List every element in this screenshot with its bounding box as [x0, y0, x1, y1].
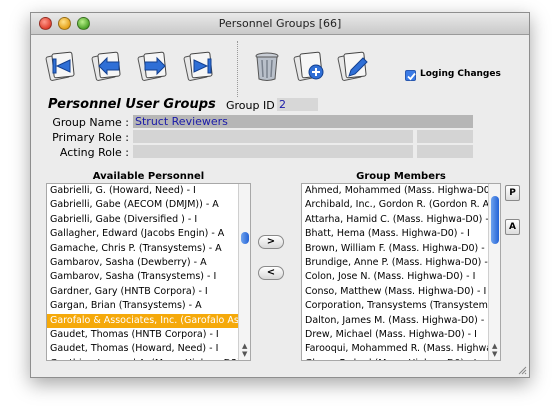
- group-id-value: 2: [277, 98, 318, 111]
- side-p-button[interactable]: P: [505, 185, 520, 201]
- section-title: Personnel User Groups: [48, 97, 216, 112]
- list-item[interactable]: Gabrielli, Gabe (AECOM (DMJM)) - A: [47, 198, 250, 212]
- list-item[interactable]: Attarha, Hamid C. (Mass. Highwa-D0) - I: [302, 213, 500, 227]
- toolbar-separator: [237, 41, 238, 97]
- available-scroll-thumb[interactable]: [241, 232, 249, 244]
- group-name-field[interactable]: Struct Reviewers: [133, 115, 473, 128]
- acting-role-field[interactable]: [133, 145, 413, 158]
- new-record-icon[interactable]: [293, 48, 329, 84]
- primary-role-field[interactable]: [133, 130, 413, 143]
- primary-role-extra-field[interactable]: [417, 130, 473, 143]
- available-personnel-header: Available Personnel: [92, 171, 205, 182]
- group-members-list[interactable]: Ahmed, Mohammed (Mass. Highwa-D0) - I Arc…: [301, 183, 501, 361]
- scroll-up-arrow-icon[interactable]: ▲: [492, 343, 497, 350]
- record-first-icon[interactable]: [45, 48, 81, 84]
- remove-member-button[interactable]: <: [258, 266, 284, 280]
- list-item[interactable]: Conso, Matthew (Mass. Highwa-D0) - I: [302, 285, 500, 299]
- list-item[interactable]: Colon, Jose N. (Mass. Highwa-D0) - I: [302, 270, 500, 284]
- resize-grip-icon[interactable]: [517, 365, 527, 375]
- add-member-button[interactable]: >: [258, 235, 284, 249]
- list-item[interactable]: Farooqui, Mohammed R. (Mass. Highwa-D0) …: [302, 342, 500, 356]
- trash-icon[interactable]: [249, 48, 285, 84]
- list-item[interactable]: Ghom, Farhad (Mass. Highwa-D0) - I: [302, 357, 500, 360]
- logging-checkbox[interactable]: [405, 70, 416, 81]
- acting-role-label: Acting Role :: [59, 146, 129, 159]
- list-item[interactable]: Bhatt, Hema (Mass. Highwa-D0) - I: [302, 227, 500, 241]
- members-scrollbar[interactable]: ▲ ▼: [488, 184, 500, 360]
- acting-role-extra-field[interactable]: [417, 145, 473, 158]
- side-a-button[interactable]: A: [505, 219, 520, 235]
- list-item[interactable]: Archibald, Inc., Gordon R. (Gordon R. Ar…: [302, 198, 500, 212]
- list-item[interactable]: Corporation, Transystems (Transystems) -…: [302, 299, 500, 313]
- list-item[interactable]: Gallagher, Edward (Jacobs Engin) - A: [47, 227, 250, 241]
- list-item[interactable]: Gabrielli, Gabe (Diversified ) - I: [47, 213, 250, 227]
- list-item[interactable]: Gargan, Brian (Transystems) - A: [47, 299, 250, 313]
- logging-label[interactable]: Loging Changes: [420, 69, 501, 79]
- scroll-down-arrow-icon[interactable]: ▼: [492, 351, 497, 358]
- window-title: Personnel Groups [66]: [218, 17, 342, 30]
- scroll-down-arrow-icon[interactable]: ▼: [242, 351, 247, 358]
- list-item[interactable]: Brundige, Anne P. (Mass. Highwa-D0) - I: [302, 256, 500, 270]
- list-item[interactable]: Ahmed, Mohammed (Mass. Highwa-D0) - I: [302, 184, 500, 198]
- list-item[interactable]: Gardner, Gary (HNTB Corpora) - I: [47, 285, 250, 299]
- list-item[interactable]: Gaudet, Thomas (Howard, Need) - I: [47, 342, 250, 356]
- record-last-icon[interactable]: [183, 48, 219, 84]
- personnel-groups-window: Personnel Groups [66] Loging Changes Per…: [30, 12, 530, 378]
- list-item[interactable]: Gabrielli, G. (Howard, Need) - I: [47, 184, 250, 198]
- toolbar: Loging Changes: [31, 35, 529, 100]
- title-bar[interactable]: Personnel Groups [66]: [31, 13, 529, 35]
- list-item[interactable]: Brown, William F. (Mass. Highwa-D0) - I: [302, 242, 500, 256]
- group-members-header: Group Members: [356, 171, 446, 182]
- members-scroll-thumb[interactable]: [491, 196, 499, 244]
- list-item[interactable]: Gamache, Chris P. (Transystems) - A: [47, 242, 250, 256]
- list-item[interactable]: Drew, Michael (Mass. Highwa-D0) - I: [302, 328, 500, 342]
- list-item[interactable]: Gambarov, Sasha (Transystems) - I: [47, 270, 250, 284]
- group-id-label: Group ID :: [226, 99, 282, 112]
- available-scrollbar[interactable]: ▲ ▼: [238, 184, 250, 360]
- list-item[interactable]: Gauthier, Leonard A. (Mass. Highwa-D3) -…: [47, 357, 250, 360]
- list-item[interactable]: Gambarov, Sasha (Dewberry) - A: [47, 256, 250, 270]
- record-previous-icon[interactable]: [91, 48, 127, 84]
- available-personnel-list[interactable]: Gabrielli, G. (Howard, Need) - I Gabriell…: [46, 183, 251, 361]
- record-next-icon[interactable]: [137, 48, 173, 84]
- primary-role-label: Primary Role :: [52, 131, 129, 144]
- scroll-up-arrow-icon[interactable]: ▲: [242, 343, 247, 350]
- list-item[interactable]: Dalton, James M. (Mass. Highwa-D0) - I: [302, 314, 500, 328]
- list-item[interactable]: Garofalo & Associates, Inc. (Garofalo As…: [47, 313, 250, 328]
- list-item[interactable]: Gaudet, Thomas (HNTB Corpora) - I: [47, 328, 250, 342]
- edit-record-icon[interactable]: [337, 48, 373, 84]
- group-name-label: Group Name :: [52, 116, 129, 129]
